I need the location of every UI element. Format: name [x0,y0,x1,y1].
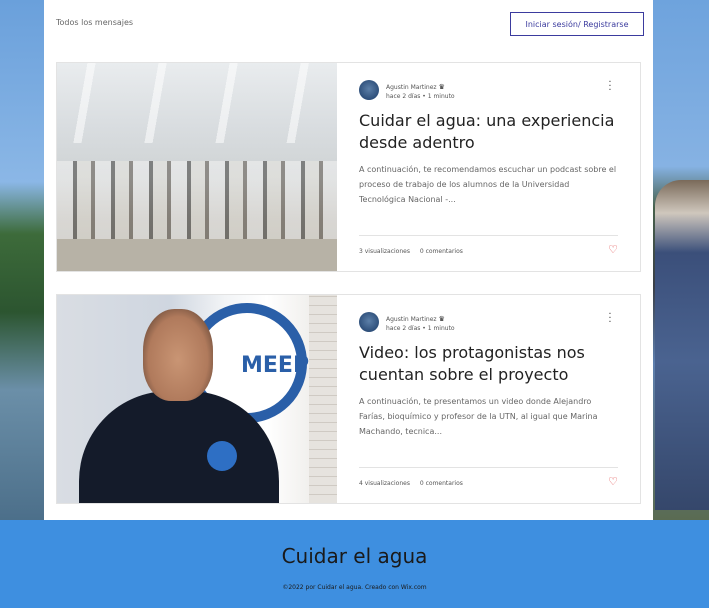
post-cover-image[interactable]: MEEP [57,295,337,503]
post-footer: 3 visualizaciones 0 comentarios ♡ [359,235,618,255]
post-author-row: Agustin Martinez ♛ hace 2 días • 1 minuto [359,311,618,333]
background-people-right [653,0,709,520]
post-excerpt: A continuación, te recomendamos escuchar… [359,165,617,204]
all-posts-link[interactable]: Todos los mensajes [56,18,133,27]
comments-count[interactable]: 0 comentarios [420,480,463,487]
avatar[interactable] [359,80,379,100]
crown-icon: ♛ [438,315,445,323]
post-stats: 4 visualizaciones 0 comentarios [359,480,463,487]
background-person [655,180,709,510]
brick-wall [309,295,337,503]
site-footer: Cuidar el agua ©2022 por Cuidar el agua.… [0,520,709,608]
post-meta: hace 2 días • 1 minuto [386,93,455,100]
more-vertical-icon[interactable]: · · · [606,78,614,96]
author-info: Agustin Martinez ♛ hace 2 días • 1 minuto [386,311,455,333]
meep-logo-text: MEEP [241,353,310,378]
more-vertical-icon[interactable]: · · · [606,310,614,328]
post-card[interactable]: Agustin Martinez ♛ hace 2 días • 1 minuto… [56,62,641,272]
background-river-left [0,0,44,520]
post-footer: 4 visualizaciones 0 comentarios ♡ [359,467,618,487]
post-content: Agustin Martinez ♛ hace 2 días • 1 minuto… [337,63,640,271]
post-title[interactable]: Video: los protagonistas nos cuentan sob… [359,342,618,386]
presenter-head [143,309,213,401]
post-cover-image[interactable] [57,63,337,271]
blog-topbar: Todos los mensajes Iniciar sesión/ Regis… [56,12,644,36]
post-stats: 3 visualizaciones 0 comentarios [359,248,463,255]
login-register-button[interactable]: Iniciar sesión/ Registrarse [510,12,644,36]
author-name[interactable]: Agustin Martinez [386,316,437,323]
post-content: Agustin Martinez ♛ hace 2 días • 1 minuto… [337,295,640,503]
footer-credit: ©2022 por Cuidar el agua. Creado con Wix… [282,584,427,591]
lab-bench [57,239,337,271]
post-meta: hace 2 días • 1 minuto [386,325,455,332]
ceiling-lights [57,63,337,143]
author-info: Agustin Martinez ♛ hace 2 días • 1 minuto [386,79,455,101]
post-card[interactable]: MEEP Agustin Martinez ♛ hace 2 días • 1 m… [56,294,641,504]
avatar[interactable] [359,312,379,332]
site-title[interactable]: Cuidar el agua [0,544,709,568]
author-name[interactable]: Agustin Martinez [386,84,437,91]
post-title[interactable]: Cuidar el agua: una experiencia desde ad… [359,110,618,154]
heart-icon[interactable]: ♡ [608,476,618,487]
presenter-badge [207,441,237,471]
heart-icon[interactable]: ♡ [608,244,618,255]
post-author-row: Agustin Martinez ♛ hace 2 días • 1 minuto [359,79,618,101]
views-count: 4 visualizaciones [359,480,410,487]
crown-icon: ♛ [438,83,445,91]
blog-feed: Todos los mensajes Iniciar sesión/ Regis… [44,0,653,520]
post-excerpt: A continuación, te presentamos un video … [359,397,598,436]
comments-count[interactable]: 0 comentarios [420,248,463,255]
views-count: 3 visualizaciones [359,248,410,255]
